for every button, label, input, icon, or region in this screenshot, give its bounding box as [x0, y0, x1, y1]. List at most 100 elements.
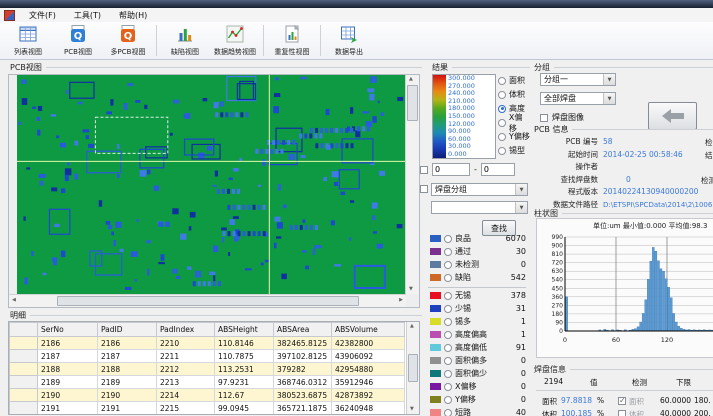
radio-icon[interactable]: [444, 274, 452, 282]
lower-limit-column-header: 下限: [676, 377, 691, 388]
upper-limit-value: 180.: [694, 396, 711, 405]
pad-metric-unit: %: [597, 409, 604, 416]
metric-xoffset-option[interactable]: X偏移: [498, 118, 530, 127]
radio-icon[interactable]: [444, 383, 452, 391]
defect-row-less-solder[interactable]: 少锡31: [430, 303, 526, 314]
column-header-padid[interactable]: PadID: [98, 323, 157, 337]
defect-row-area-less[interactable]: 面积偏少0: [430, 368, 526, 379]
metric-volume-option[interactable]: 体积: [498, 90, 525, 99]
radio-icon[interactable]: [444, 292, 452, 300]
radio-icon[interactable]: [444, 235, 452, 243]
radio-icon[interactable]: [498, 77, 506, 85]
pcb-view-body: ▲ ▼ ◀ ▶: [8, 74, 420, 308]
radio-icon[interactable]: [444, 409, 452, 416]
metric-solder-type-option[interactable]: 锡型: [498, 146, 525, 155]
pad-image-option[interactable]: 焊盘图像: [540, 112, 584, 123]
defect-row-x-offset[interactable]: X偏移0: [430, 381, 526, 392]
radio-icon[interactable]: [444, 261, 452, 269]
defect-view-button[interactable]: 缺陷视图: [160, 22, 210, 59]
range-filter-row: -: [420, 163, 515, 176]
app-icon: [4, 10, 15, 21]
column-header-absvolume[interactable]: ABSVolume: [332, 323, 405, 337]
metric-area-option[interactable]: 面积: [498, 76, 525, 85]
column-header-serno[interactable]: SerNo: [38, 323, 98, 337]
category-row-pass[interactable]: 通过30: [430, 246, 526, 257]
category-row-defect[interactable]: 缺陷542: [430, 272, 526, 283]
repeatability-view-button[interactable]: 重复性视图: [267, 22, 317, 59]
svg-text:Q: Q: [124, 31, 133, 42]
defect-row-height-high[interactable]: 高度偏高1: [430, 329, 526, 340]
divider: [452, 67, 530, 68]
radio-icon[interactable]: [444, 370, 452, 378]
radio-icon[interactable]: [444, 331, 452, 339]
table-row[interactable]: 218721872211110.7875397102.812543906092: [10, 350, 405, 363]
range-from-input[interactable]: [432, 163, 470, 176]
scroll-down-icon[interactable]: ▼: [409, 287, 413, 292]
multi-pcb-view-button[interactable]: Q 多PCB视图: [103, 22, 153, 59]
radio-icon[interactable]: [498, 133, 506, 141]
start-time-row: 起始时间2014-02-25 00:58:46: [534, 149, 683, 160]
scroll-up-icon[interactable]: ▲: [410, 324, 414, 329]
area-check-checkbox[interactable]: [618, 397, 626, 405]
divider: [46, 67, 422, 68]
secondary-group-dropdown[interactable]: ▼: [431, 201, 528, 214]
scroll-left-icon[interactable]: ◀: [12, 298, 16, 303]
svg-text:270: 270: [552, 302, 564, 309]
category-row-good[interactable]: 良品6070: [430, 233, 526, 244]
pad-image-checkbox[interactable]: [540, 114, 548, 122]
menu-tools[interactable]: 工具(T): [65, 9, 110, 22]
pcb-board-image[interactable]: [17, 75, 405, 294]
check-label: 面积: [629, 396, 644, 407]
table-row[interactable]: 218621862210110.8146382465.812542382800: [10, 337, 405, 350]
group-select-dropdown[interactable]: 分组一▼: [540, 73, 616, 86]
radio-icon[interactable]: [444, 396, 452, 404]
range-filter-checkbox[interactable]: [420, 166, 428, 174]
svg-text:180: 180: [552, 311, 564, 318]
defect-row-y-offset[interactable]: Y偏移0: [430, 394, 526, 405]
data-trend-view-button[interactable]: 数据趋势视图: [210, 22, 260, 59]
pcb-view-button[interactable]: Q PCB视图: [53, 22, 103, 59]
toolbar-separator: [320, 25, 321, 56]
defect-row-area-more[interactable]: 面积偏多0: [430, 355, 526, 366]
menu-file[interactable]: 文件(F): [20, 9, 65, 22]
radio-icon[interactable]: [498, 91, 506, 99]
pad-select-dropdown[interactable]: 全部焊盘▼: [540, 92, 616, 105]
column-header-padindex[interactable]: PadIndex: [157, 323, 215, 337]
pcb-horizontal-scrollbar[interactable]: ◀ ▶: [9, 294, 406, 307]
svg-text:540: 540: [552, 277, 564, 284]
pcb-vertical-scrollbar[interactable]: ▲ ▼: [405, 75, 419, 294]
table-row[interactable]: 218821882212113.253137928242954880: [10, 363, 405, 376]
radio-icon[interactable]: [498, 147, 506, 155]
radio-icon[interactable]: [444, 357, 452, 365]
table-row[interactable]: 21892189221397.9231368746.031235912946: [10, 376, 405, 389]
menu-help[interactable]: 帮助(H): [110, 9, 156, 22]
volume-check-checkbox[interactable]: [618, 410, 626, 416]
divider: [30, 315, 422, 316]
radio-icon[interactable]: [444, 318, 452, 326]
table-row[interactable]: 21912191221599.0945365721.187536240948: [10, 402, 405, 415]
scroll-down-icon[interactable]: ▼: [410, 407, 414, 412]
list-view-button[interactable]: 列表视图: [3, 22, 53, 59]
defect-row-more-solder[interactable]: 锡多1: [430, 316, 526, 327]
defect-row-bridge[interactable]: 短路40: [430, 407, 526, 416]
pad-group-dropdown[interactable]: 焊盘分组▼: [431, 183, 528, 196]
svg-text:90: 90: [555, 320, 563, 327]
radio-icon[interactable]: [444, 248, 452, 256]
scroll-right-icon[interactable]: ▶: [399, 298, 403, 303]
defect-row-no-solder[interactable]: 无锡378: [430, 290, 526, 301]
data-export-button[interactable]: 数据导出: [324, 22, 374, 59]
range-to-input[interactable]: [481, 163, 515, 176]
pad-group-checkbox[interactable]: [420, 185, 428, 193]
radio-icon[interactable]: [444, 305, 452, 313]
metric-yoffset-option[interactable]: Y偏移: [498, 132, 530, 141]
radio-icon[interactable]: [498, 119, 506, 127]
scroll-up-icon[interactable]: ▲: [409, 77, 413, 82]
radio-icon[interactable]: [498, 105, 506, 113]
radio-icon[interactable]: [444, 344, 452, 352]
table-row[interactable]: 219021902214112.67380523.687542873892: [10, 389, 405, 402]
column-header-absarea[interactable]: ABSArea: [274, 323, 332, 337]
defect-row-height-low[interactable]: 高度偏低91: [430, 342, 526, 353]
category-row-untested[interactable]: 未检测0: [430, 259, 526, 270]
column-header-absheight[interactable]: ABSHeight: [215, 323, 274, 337]
repeatability-view-icon: [282, 24, 302, 46]
